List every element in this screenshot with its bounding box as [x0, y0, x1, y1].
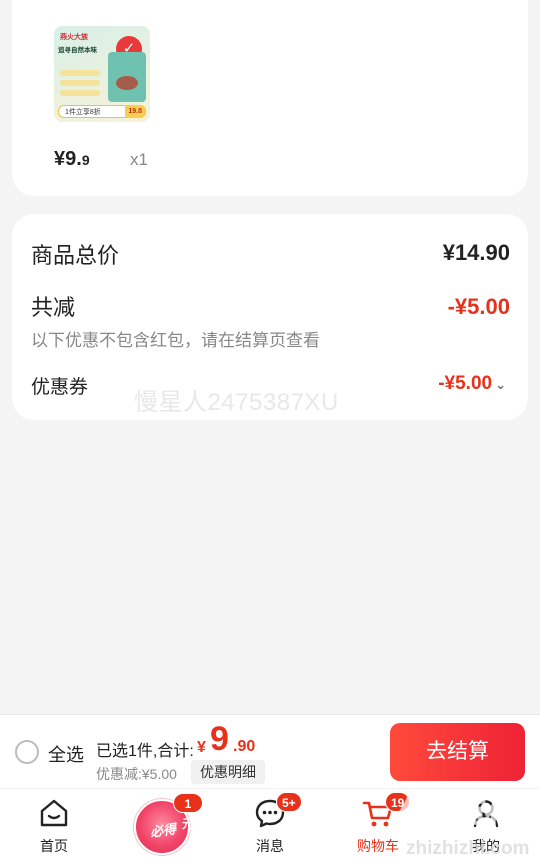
reduction-note: 以下优惠不包含红包，请在结算页查看: [31, 331, 320, 350]
cart-page: 燕火大族 追寻自然本味 ✓ 1件立享8折 19.8 ¥9.9 x1 商品总价 ¥…: [0, 0, 540, 863]
selected-count-text: 已选1件,合计:: [96, 743, 194, 760]
product-pouch-image: [108, 52, 146, 102]
site-url-watermark: zhizhizhi.com: [406, 838, 530, 859]
coupon-row-value[interactable]: -¥5.00 ⌄: [438, 373, 506, 395]
total-price-value: ¥14.90: [442, 240, 510, 265]
feature-bar: [60, 70, 100, 76]
messages-badge: 5+: [276, 792, 302, 812]
thumb-promo-text: 1件立享8折: [65, 109, 101, 116]
tab-messages-label: 消息: [256, 838, 284, 854]
feature-bar: [60, 90, 100, 96]
select-all-radio[interactable]: [15, 740, 39, 764]
special-badge: 1元: [173, 793, 203, 831]
discount-text: 优惠减:¥5.00: [96, 766, 177, 782]
product-thumbnail[interactable]: 燕火大族 追寻自然本味 ✓ 1件立享8折 19.8: [54, 26, 150, 122]
tab-home[interactable]: 首页: [14, 789, 94, 863]
product-price: ¥9.9: [54, 148, 90, 171]
thumb-promo-strip: 1件立享8折 19.8: [58, 105, 146, 118]
cart-product-card[interactable]: 燕火大族 追寻自然本味 ✓ 1件立享8折 19.8 ¥9.9 x1: [12, 0, 528, 196]
sum-integer: 9: [210, 720, 229, 758]
checkout-bar: 全选 已选1件,合计: ¥ 9 .90 优惠减:¥5.00 优惠明细 去结算: [0, 714, 540, 788]
tab-one-yuan-special[interactable]: 必得 1元: [123, 789, 203, 863]
select-all-label[interactable]: 全选: [48, 741, 84, 767]
thumb-promo-price: 19.8: [125, 105, 145, 118]
total-price-label: 商品总价: [31, 243, 120, 268]
price-dec: 9: [81, 152, 90, 168]
checkout-button[interactable]: 去结算: [390, 723, 525, 781]
tab-messages[interactable]: 5+ 消息: [230, 789, 310, 863]
product-quantity[interactable]: x1: [130, 150, 148, 170]
price-int: 9.: [65, 148, 82, 170]
coupon-value: -¥5.00: [438, 373, 493, 394]
price-symbol: ¥: [54, 148, 66, 170]
feature-bar: [60, 80, 100, 86]
coupon-label[interactable]: 优惠券: [31, 372, 88, 399]
total-reduction-value: -¥5.00: [447, 294, 510, 319]
sum-decimal: .90: [233, 738, 256, 755]
total-reduction-label: 共减: [31, 295, 76, 320]
user-watermark: 慢星人2475387XU: [134, 389, 339, 416]
sum-symbol: ¥: [197, 739, 206, 756]
tab-home-label: 首页: [40, 838, 68, 854]
price-summary-card: 商品总价 ¥14.90 共减 -¥5.00 以下优惠不包含红包，请在结算页查看 …: [12, 214, 528, 420]
home-icon: [40, 799, 68, 827]
discount-detail-button[interactable]: 优惠明细: [191, 760, 265, 784]
chevron-down-icon: ⌄: [495, 377, 506, 392]
